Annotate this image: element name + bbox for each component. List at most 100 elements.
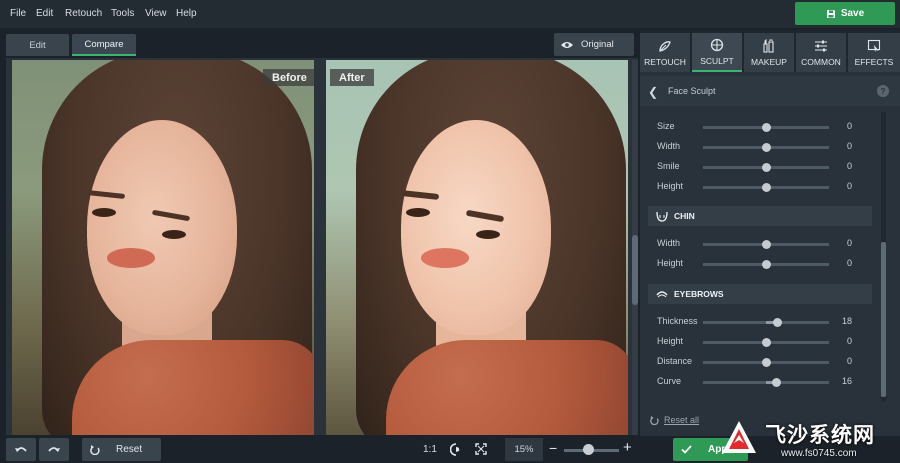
check-icon xyxy=(681,445,692,454)
menu-bar: File Edit Retouch Tools View Help Save xyxy=(0,0,900,28)
sculpt-icon xyxy=(710,38,724,51)
watermark: 飞沙系统网 www.fs0745.com xyxy=(718,415,900,463)
compare-divider[interactable] xyxy=(314,58,326,435)
undo-icon xyxy=(15,446,27,452)
chin-icon xyxy=(656,211,668,222)
watermark-title: 飞沙系统网 xyxy=(765,424,875,447)
chin-title: CHIN xyxy=(674,211,695,221)
tab-common-label: COMMON xyxy=(801,56,841,67)
panel-scroll-thumb[interactable] xyxy=(881,242,886,397)
zoom-slider-knob[interactable] xyxy=(583,444,595,455)
original-label: Original xyxy=(581,39,614,50)
slider-row: Thickness 18 xyxy=(640,313,885,331)
slider-knob[interactable] xyxy=(761,260,771,269)
menu-tools[interactable]: Tools xyxy=(111,8,134,19)
tab-makeup[interactable]: MAKEUP xyxy=(744,33,794,72)
slider-label: Width xyxy=(657,238,681,248)
panel-header: ❮ Face Sculpt ? xyxy=(640,76,900,106)
slider-knob[interactable] xyxy=(771,378,781,387)
slider-label: Thickness xyxy=(657,316,698,326)
after-label: After xyxy=(330,69,374,86)
help-icon[interactable]: ? xyxy=(877,85,889,97)
makeup-icon xyxy=(763,38,774,53)
canvas-scroll-thumb[interactable] xyxy=(632,235,638,305)
slider-row: Distance 0 xyxy=(640,353,885,371)
sculpt-controls: Size 0 Width 0 Smile 0 Height 0 CHIN Width 0 Heig… xyxy=(640,112,885,402)
slider-knob[interactable] xyxy=(761,338,771,347)
eyebrows-title: EYEBROWS xyxy=(674,289,724,299)
slider-label: Height xyxy=(657,336,684,346)
effects-icon xyxy=(867,39,881,52)
face-icon[interactable] xyxy=(450,443,462,456)
menu-edit[interactable]: Edit xyxy=(36,8,53,19)
tab-effects[interactable]: EFFECTS xyxy=(848,33,900,72)
tab-effects-label: EFFECTS xyxy=(854,56,894,67)
tab-sculpt[interactable]: SCULPT xyxy=(692,33,742,72)
original-button[interactable]: Original xyxy=(554,33,634,56)
slider-value: 0 xyxy=(846,356,852,366)
tab-sculpt-label: SCULPT xyxy=(700,55,734,66)
slider-row: Height 0 xyxy=(640,333,885,351)
slider-label: Smile xyxy=(657,161,680,171)
before-label: Before xyxy=(263,69,314,86)
back-chevron-icon[interactable]: ❮ xyxy=(648,85,658,99)
slider-knob[interactable] xyxy=(761,183,771,192)
zoom-in-button[interactable]: + xyxy=(623,439,632,456)
redo-icon xyxy=(48,446,60,452)
slider-label: Height xyxy=(657,181,684,191)
slider-knob[interactable] xyxy=(761,123,771,132)
reset-icon xyxy=(90,444,100,455)
slider-knob[interactable] xyxy=(761,358,771,367)
slider-label: Curve xyxy=(657,376,682,386)
slider-label: Height xyxy=(657,258,684,268)
reset-all-label: Reset all xyxy=(664,415,700,425)
zoom-value[interactable]: 15% xyxy=(505,438,543,461)
tab-makeup-label: MAKEUP xyxy=(751,56,787,67)
tab-common[interactable]: COMMON xyxy=(796,33,846,72)
tab-retouch[interactable]: RETOUCH xyxy=(640,33,690,72)
before-image: Before xyxy=(12,60,314,435)
menu-retouch[interactable]: Retouch xyxy=(65,8,102,19)
slider-label: Width xyxy=(657,141,681,151)
watermark-logo xyxy=(722,421,756,453)
canvas-scrollbar[interactable] xyxy=(632,60,638,435)
retouch-icon xyxy=(659,40,671,52)
slider-value: 0 xyxy=(846,238,852,248)
watermark-url: www.fs0745.com xyxy=(781,448,857,459)
redo-button[interactable] xyxy=(39,438,69,461)
slider-row: Width 0 xyxy=(640,138,885,156)
fit-screen-icon[interactable] xyxy=(475,443,487,455)
eyebrows-section: EYEBROWS xyxy=(648,284,872,304)
undo-button[interactable] xyxy=(6,438,36,461)
slider-value: 0 xyxy=(846,181,852,191)
slider-knob[interactable] xyxy=(761,240,771,249)
save-button[interactable]: Save xyxy=(795,2,895,25)
reset-all-link[interactable]: Reset all xyxy=(650,415,699,425)
panel-scrollbar[interactable] xyxy=(881,112,886,402)
reset-label: Reset xyxy=(116,444,143,455)
slider-knob[interactable] xyxy=(761,163,771,172)
slider-row: Smile 0 xyxy=(640,158,885,176)
actual-size-button[interactable]: 1:1 xyxy=(423,444,437,455)
eye-icon xyxy=(561,41,573,48)
tab-edit[interactable]: Edit xyxy=(6,34,69,56)
slider-value: 0 xyxy=(846,121,852,131)
eyebrows-icon xyxy=(656,291,668,298)
slider-knob[interactable] xyxy=(761,143,771,152)
menu-file[interactable]: File xyxy=(10,8,26,19)
menu-help[interactable]: Help xyxy=(176,8,197,19)
right-panel: RETOUCH SCULPT MAKEUP COMMON EFFECTS ❮ F… xyxy=(640,30,900,436)
slider-label: Distance xyxy=(657,356,693,366)
bottom-toolbar: Reset 1:1 15% − + xyxy=(0,436,638,463)
slider-value: 18 xyxy=(841,316,852,326)
zoom-out-button[interactable]: − xyxy=(549,440,557,456)
sliders-icon xyxy=(815,40,827,51)
menu-view[interactable]: View xyxy=(145,8,167,19)
tab-compare[interactable]: Compare xyxy=(72,34,136,56)
slider-knob[interactable] xyxy=(772,318,782,327)
slider-row: Curve 16 xyxy=(640,373,885,391)
floppy-icon xyxy=(826,9,835,18)
reset-button[interactable]: Reset xyxy=(82,438,161,461)
view-tabs: Edit Compare xyxy=(0,30,638,58)
slider-row: Height 0 xyxy=(640,178,885,196)
